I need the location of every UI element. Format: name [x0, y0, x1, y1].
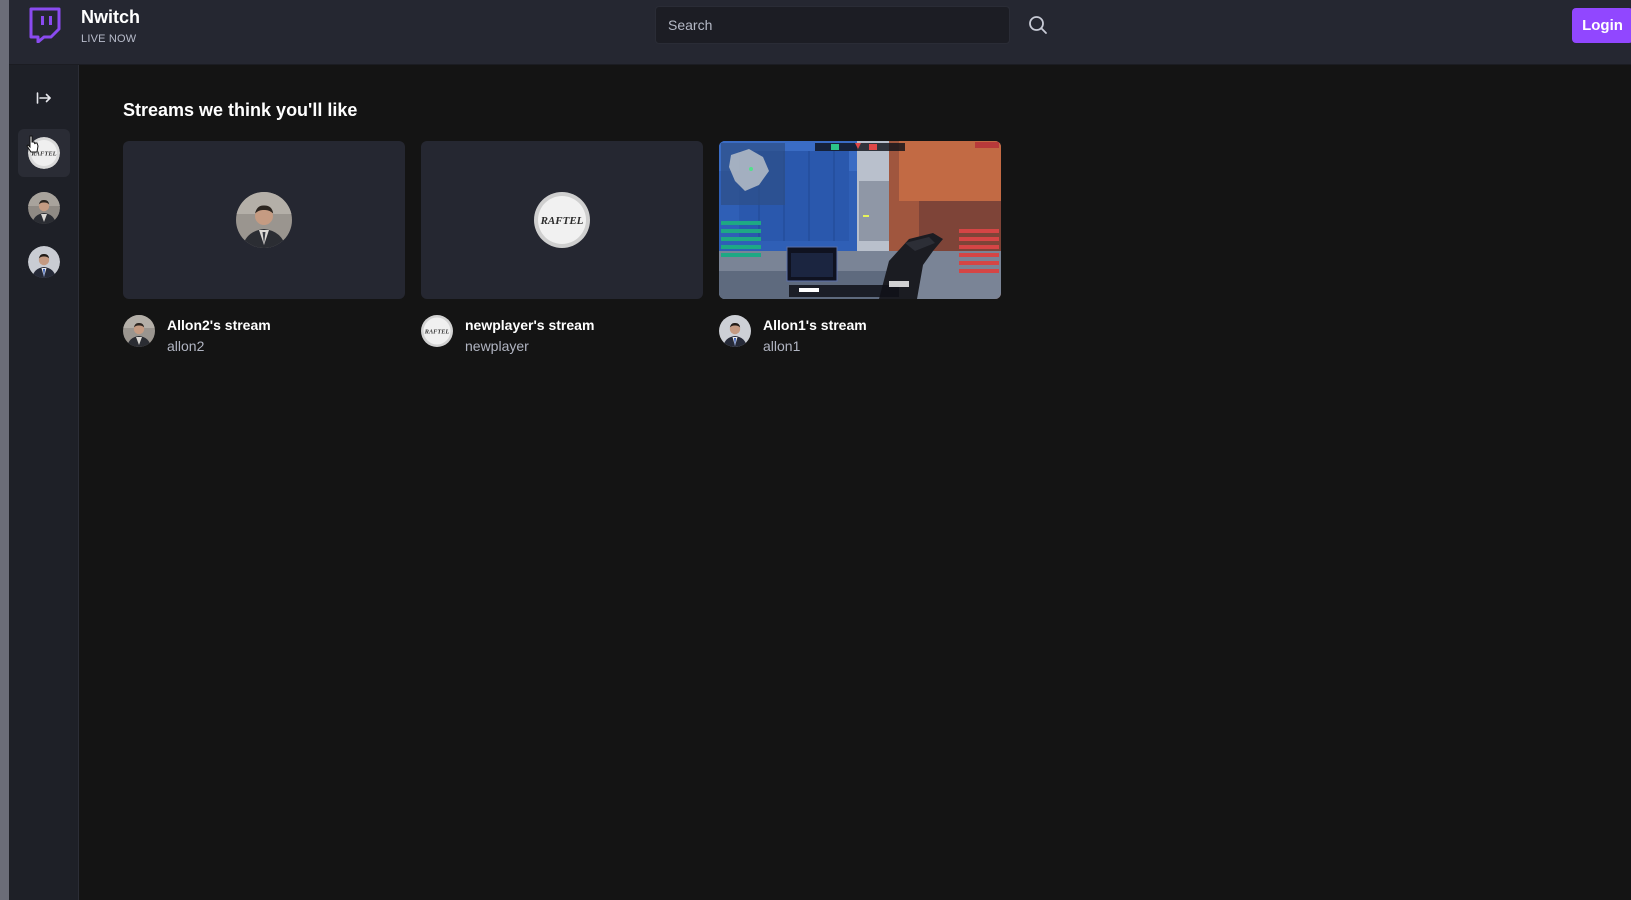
sidebar-item-allon1[interactable] [18, 238, 70, 286]
svg-text:RAFTEL: RAFTEL [424, 328, 450, 335]
brand[interactable]: Nwitch LIVE NOW [81, 7, 140, 45]
stream-thumbnail[interactable] [719, 141, 1001, 299]
stream-thumbnail[interactable] [123, 141, 405, 299]
stream-username[interactable]: newplayer [465, 337, 594, 355]
section-title: Streams we think you'll like [123, 100, 358, 120]
stream-username[interactable]: allon1 [763, 337, 867, 355]
main-content: Streams we think you'll like [123, 100, 357, 121]
sidebar-expand-button[interactable] [31, 85, 57, 111]
user-avatar [28, 192, 60, 224]
top-navbar: Nwitch LIVE NOW Login [9, 0, 1631, 65]
sidebar-item-allon2[interactable] [18, 184, 70, 232]
user-avatar[interactable] [123, 315, 155, 347]
raftel-logo-avatar[interactable]: RAFTEL [421, 315, 453, 347]
stream-title[interactable]: newplayer's stream [465, 316, 594, 334]
mouse-pointer-icon [26, 135, 39, 153]
expand-right-icon [36, 92, 51, 104]
stream-card[interactable]: Allon2's stream allon2 [123, 141, 405, 355]
raftel-logo-avatar: RAFTEL [534, 192, 590, 248]
stream-card[interactable]: Allon1's stream allon1 [719, 141, 1001, 355]
search-input[interactable] [656, 7, 1009, 43]
stream-thumbnail[interactable]: RAFTEL [421, 141, 703, 299]
search-button[interactable] [1025, 12, 1051, 38]
user-avatar [28, 246, 60, 278]
stream-card[interactable]: RAFTEL RAFTEL newplayer's stream newplay… [421, 141, 703, 355]
sidebar: RAFTEL [9, 65, 79, 900]
login-button[interactable]: Login [1572, 8, 1631, 43]
nwitch-logo-icon[interactable] [28, 7, 62, 44]
stream-title[interactable]: Allon2's stream [167, 316, 271, 334]
app-name: Nwitch [81, 7, 141, 27]
gameplay-thumbnail [719, 141, 1001, 299]
user-avatar [236, 192, 292, 248]
stream-title[interactable]: Allon1's stream [763, 316, 867, 334]
search-box [655, 6, 1010, 44]
search-icon [1029, 16, 1047, 34]
user-avatar[interactable] [719, 315, 751, 347]
app-subtitle: LIVE NOW [81, 33, 137, 45]
stream-username[interactable]: allon2 [167, 337, 271, 355]
raftel-logo-text: RAFTEL [540, 215, 584, 227]
window-edge [0, 0, 9, 900]
